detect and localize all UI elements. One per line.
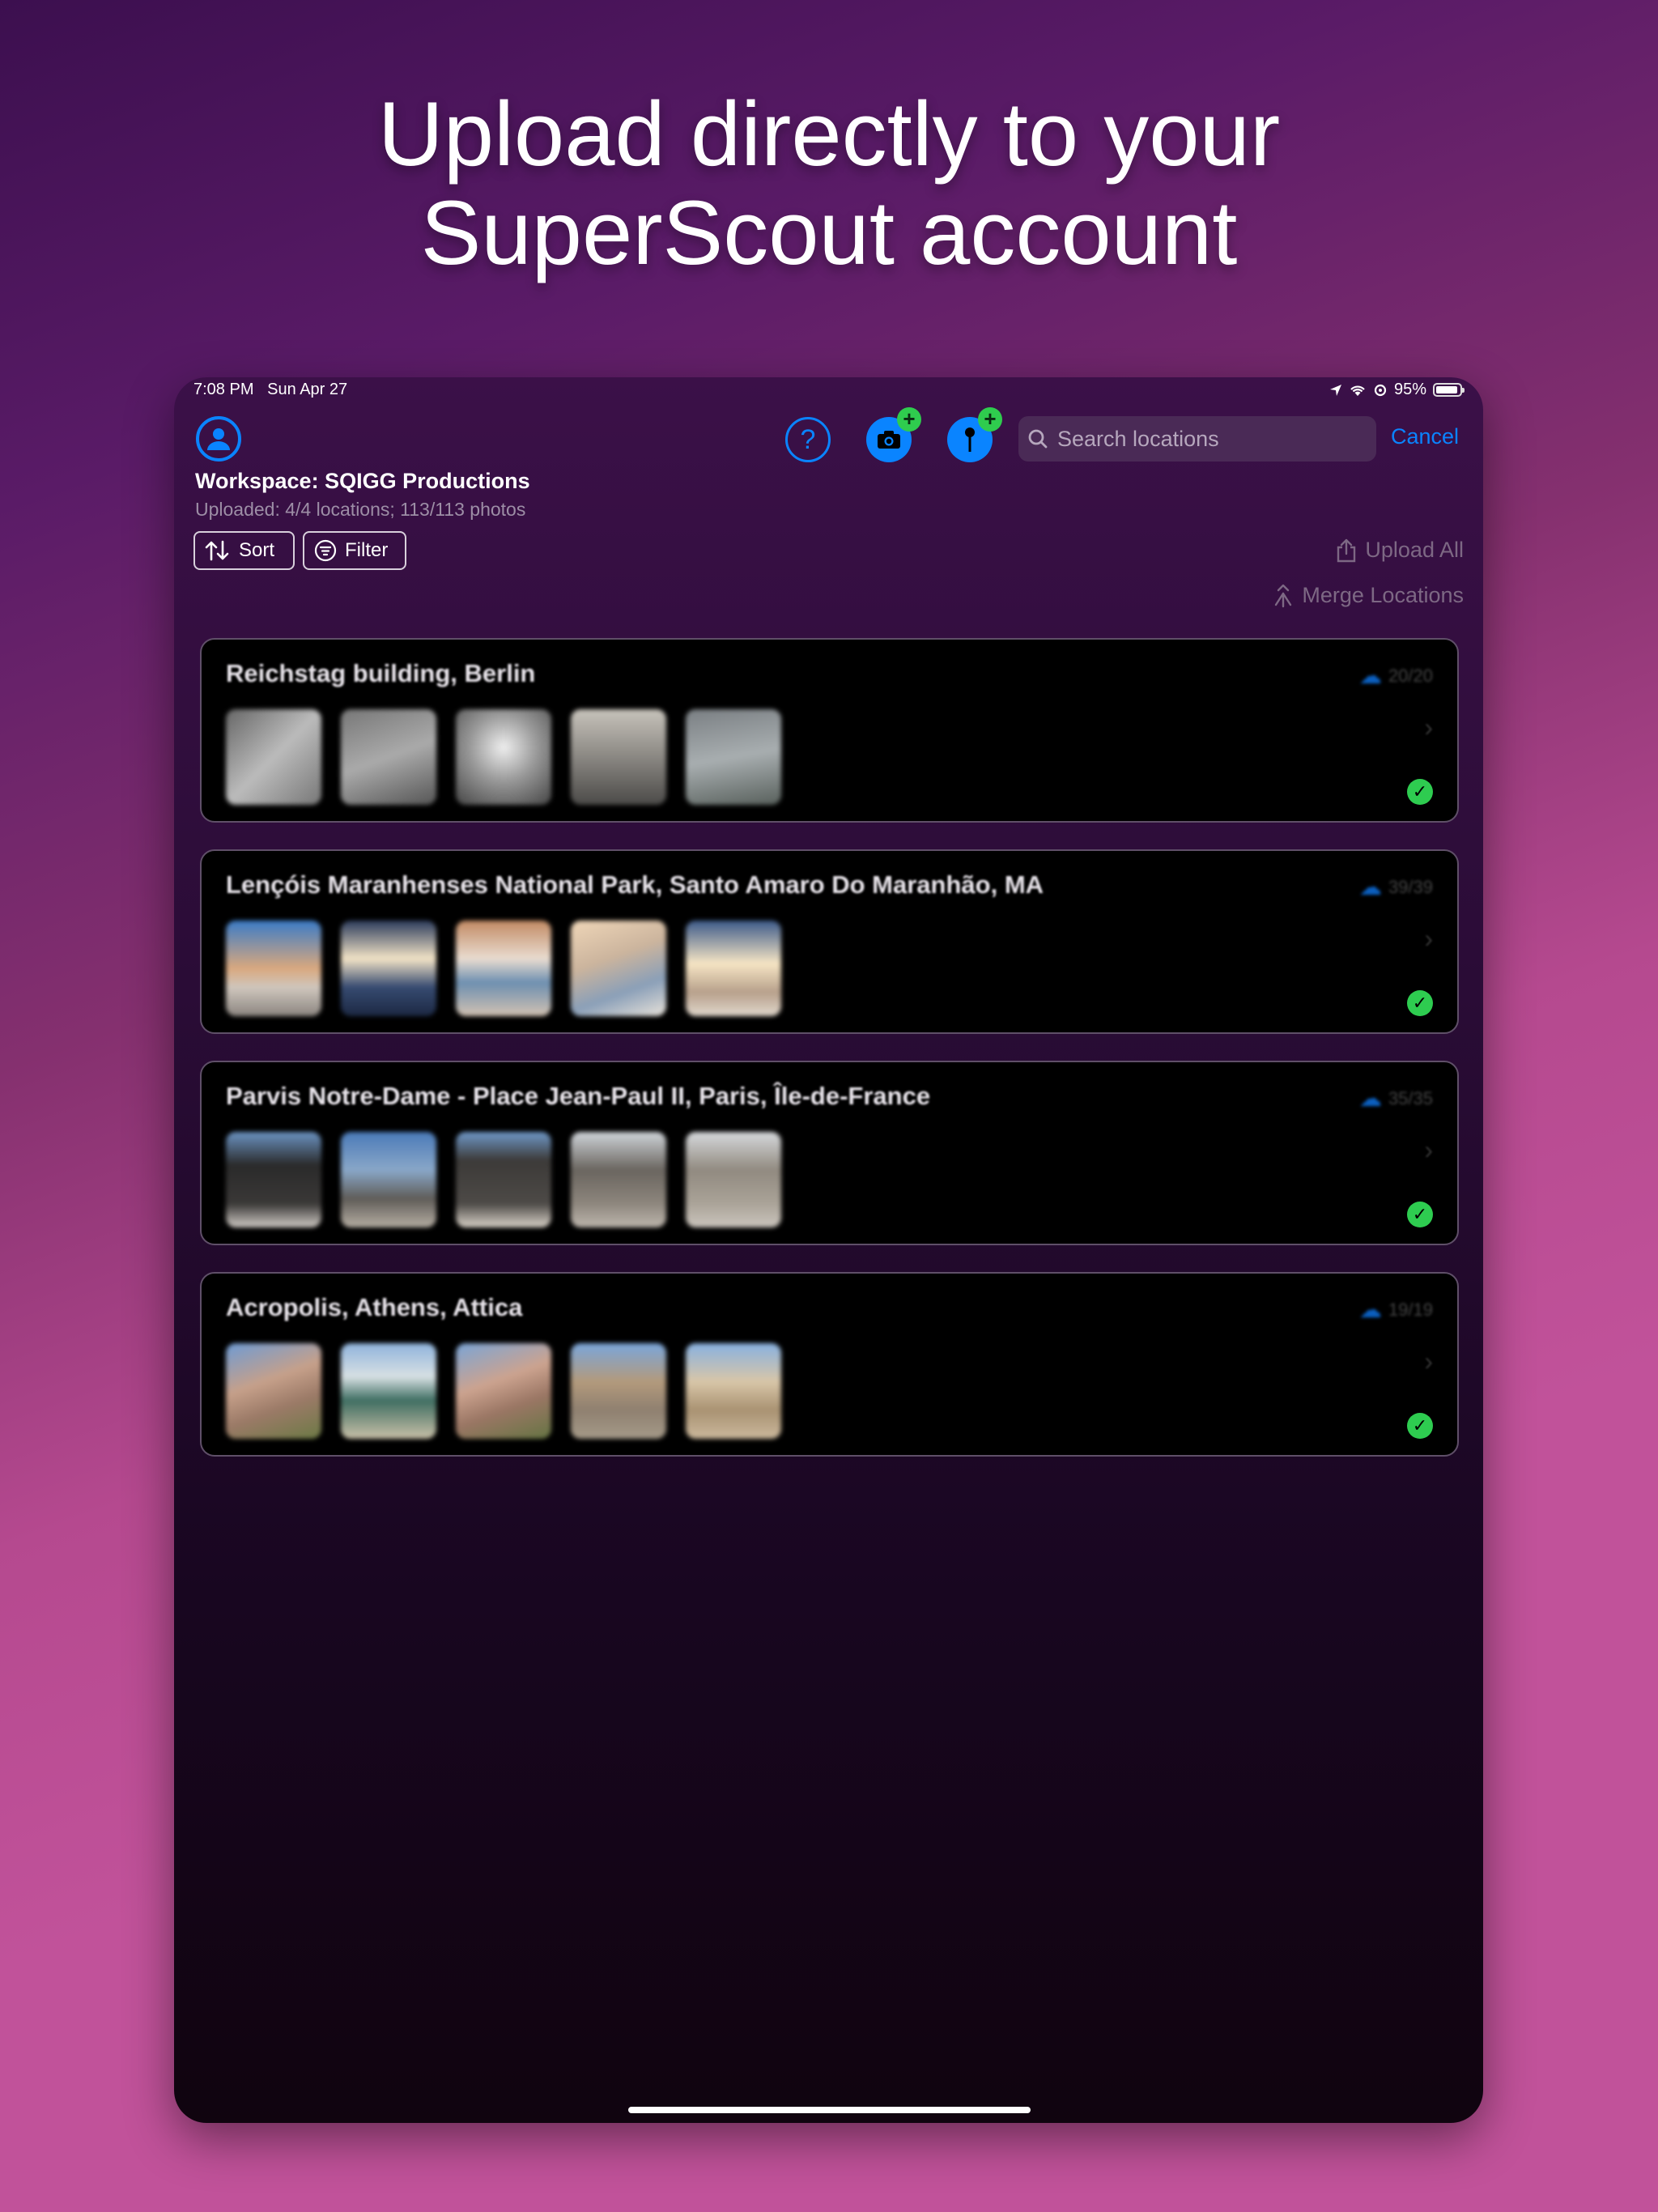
photo-thumbnail[interactable] xyxy=(686,709,781,805)
merge-label: Merge Locations xyxy=(1302,583,1464,607)
question-mark-icon: ? xyxy=(800,423,816,455)
cloud-upload-icon: ☁ xyxy=(1358,663,1382,688)
search-input[interactable] xyxy=(1056,425,1350,453)
plus-badge-icon: + xyxy=(978,407,1002,432)
headline-line-1: Upload directly to your xyxy=(377,83,1281,185)
photo-thumbnail[interactable] xyxy=(456,1343,551,1439)
photo-thumbnail[interactable] xyxy=(226,709,321,805)
photo-strip xyxy=(226,1132,781,1227)
filter-icon xyxy=(314,539,337,562)
location-name: Lençóis Maranhenses National Park, Santo… xyxy=(226,870,1044,899)
search-icon xyxy=(1028,429,1048,449)
status-time-text: 7:08 PM xyxy=(193,381,254,398)
profile-button[interactable] xyxy=(196,416,241,462)
location-name: Acropolis, Athens, Attica xyxy=(226,1293,523,1321)
status-bar: 7:08 PM Sun Apr 27 95% xyxy=(174,377,1483,406)
workspace-title: Workspace: SQIGG Productions xyxy=(195,469,530,493)
photo-thumbnail[interactable] xyxy=(571,709,666,805)
cloud-upload-icon: ☁ xyxy=(1358,1297,1382,1322)
filter-label: Filter xyxy=(345,539,389,561)
filter-button[interactable]: Filter xyxy=(303,531,406,570)
add-location-button[interactable]: + xyxy=(947,407,1002,462)
photo-thumbnail[interactable] xyxy=(571,1132,666,1227)
chevron-right-icon: › xyxy=(1424,713,1433,742)
photo-thumbnail[interactable] xyxy=(571,1343,666,1439)
photo-thumbnail[interactable] xyxy=(686,921,781,1016)
photo-strip xyxy=(226,1343,781,1439)
search-bar[interactable] xyxy=(1018,416,1376,462)
photo-thumbnail[interactable] xyxy=(341,1343,436,1439)
device-screen: 7:08 PM Sun Apr 27 95% ? + + Search loca… xyxy=(174,377,1483,2123)
photo-thumbnail[interactable] xyxy=(456,921,551,1016)
photo-count: ☁ 35/35 xyxy=(1359,1085,1433,1112)
photo-thumbnail[interactable] xyxy=(456,1132,551,1227)
chevron-right-icon: › xyxy=(1424,1346,1433,1376)
photo-count: ☁ 20/20 xyxy=(1359,662,1433,689)
share-upload-icon xyxy=(1337,538,1356,562)
add-photo-button[interactable]: + xyxy=(866,407,921,462)
cloud-upload-icon: ☁ xyxy=(1358,874,1382,900)
location-card[interactable]: Parvis Notre-Dame - Place Jean-Paul II, … xyxy=(200,1061,1459,1245)
photo-count: ☁ 19/19 xyxy=(1359,1296,1433,1323)
cloud-upload-icon: ☁ xyxy=(1358,1086,1382,1111)
photo-strip xyxy=(226,709,781,805)
photo-thumbnail[interactable] xyxy=(571,921,666,1016)
photo-count: ☁ 39/39 xyxy=(1359,874,1433,900)
location-card[interactable]: Reichstag building, Berlin ☁ 20/20 › ✓ xyxy=(200,638,1459,823)
photo-count-text: 19/19 xyxy=(1388,1299,1433,1320)
sort-button[interactable]: Sort xyxy=(193,531,295,570)
uploaded-check-icon: ✓ xyxy=(1407,1202,1433,1227)
status-time: 7:08 PM Sun Apr 27 xyxy=(193,381,347,399)
sort-arrows-icon xyxy=(205,540,229,561)
photo-thumbnail[interactable] xyxy=(226,1343,321,1439)
uploaded-check-icon: ✓ xyxy=(1407,1413,1433,1439)
help-button[interactable]: ? xyxy=(785,417,831,462)
photo-count-text: 20/20 xyxy=(1388,665,1433,686)
upload-summary: Uploaded: 4/4 locations; 113/113 photos xyxy=(195,499,526,520)
photo-thumbnail[interactable] xyxy=(686,1132,781,1227)
merge-locations-button[interactable]: Merge Locations xyxy=(1273,583,1464,608)
photo-count-text: 39/39 xyxy=(1388,876,1433,897)
photo-thumbnail[interactable] xyxy=(226,921,321,1016)
orientation-lock-icon xyxy=(1374,384,1387,396)
chevron-right-icon: › xyxy=(1424,924,1433,953)
photo-count-text: 35/35 xyxy=(1388,1087,1433,1108)
status-right: 95% xyxy=(1329,381,1465,399)
headline-line-2: SuperScout account xyxy=(420,182,1238,283)
plus-badge-icon: + xyxy=(897,407,921,432)
status-date-text: Sun Apr 27 xyxy=(267,381,348,398)
photo-strip xyxy=(226,921,781,1016)
photo-thumbnail[interactable] xyxy=(456,709,551,805)
person-icon xyxy=(207,428,230,450)
uploaded-check-icon: ✓ xyxy=(1407,990,1433,1016)
location-arrow-icon xyxy=(1329,384,1341,396)
wifi-icon xyxy=(1350,385,1365,396)
photo-thumbnail[interactable] xyxy=(226,1132,321,1227)
photo-thumbnail[interactable] xyxy=(341,1132,436,1227)
cancel-button[interactable]: Cancel xyxy=(1391,424,1459,449)
location-name: Parvis Notre-Dame - Place Jean-Paul II, … xyxy=(226,1082,931,1110)
location-name: Reichstag building, Berlin xyxy=(226,659,536,687)
upload-all-button[interactable]: Upload All xyxy=(1336,538,1464,563)
camera-icon xyxy=(878,431,900,449)
photo-thumbnail[interactable] xyxy=(686,1343,781,1439)
headline: Upload directly to your SuperScout accou… xyxy=(0,85,1658,283)
photo-thumbnail[interactable] xyxy=(341,709,436,805)
map-pin-icon xyxy=(965,428,975,452)
upload-all-label: Upload All xyxy=(1365,538,1464,562)
sort-label: Sort xyxy=(239,539,275,561)
location-card[interactable]: Lençóis Maranhenses National Park, Santo… xyxy=(200,849,1459,1034)
battery-icon xyxy=(1433,383,1465,397)
photo-thumbnail[interactable] xyxy=(341,921,436,1016)
battery-percent: 95% xyxy=(1393,381,1426,398)
merge-icon xyxy=(1275,584,1292,607)
location-card[interactable]: Acropolis, Athens, Attica ☁ 19/19 › ✓ xyxy=(200,1272,1459,1457)
uploaded-check-icon: ✓ xyxy=(1407,779,1433,805)
chevron-right-icon: › xyxy=(1424,1135,1433,1164)
home-indicator[interactable] xyxy=(628,2107,1031,2113)
